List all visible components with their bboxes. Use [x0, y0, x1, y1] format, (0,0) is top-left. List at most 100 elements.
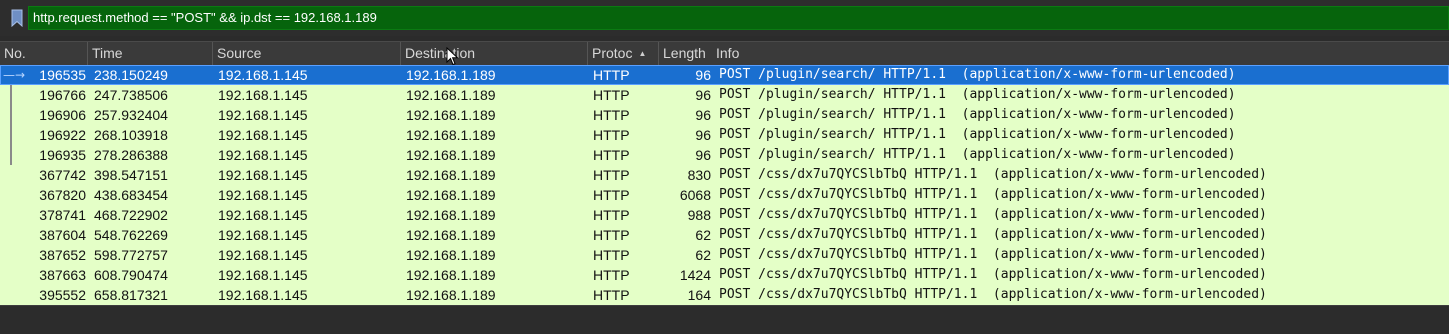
packet-source: 192.168.1.145: [218, 267, 308, 283]
packet-row[interactable]: 395552 658.817321 192.168.1.145 192.168.1.1…: [0, 285, 1449, 305]
packet-time: 468.722902: [94, 207, 168, 223]
packet-time: 238.150249: [94, 67, 168, 83]
packet-source: 192.168.1.145: [218, 207, 308, 223]
packet-length: 62: [695, 247, 711, 263]
packet-info: POST /plugin/search/ HTTP/1.1 (applicati…: [719, 147, 1236, 162]
packet-length: 164: [687, 287, 711, 303]
packet-length: 96: [695, 107, 711, 123]
packet-row[interactable]: 367742 398.547151 192.168.1.145 192.168.1.1…: [0, 165, 1449, 185]
packet-length: 96: [695, 127, 711, 143]
packet-number: 387652: [39, 247, 86, 263]
packet-time: 247.738506: [94, 87, 168, 103]
packet-number: 387604: [39, 227, 86, 243]
packet-time: 548.762269: [94, 227, 168, 243]
packet-length: 96: [695, 87, 711, 103]
packet-row[interactable]: 196922 268.103918 192.168.1.145 192.168.1.1…: [0, 125, 1449, 145]
packet-number: 196766: [39, 87, 86, 103]
display-filter-toolbar: http.request.method == "POST" && ip.dst …: [0, 0, 1449, 36]
packet-protocol: HTTP: [593, 167, 630, 183]
packet-protocol: HTTP: [593, 67, 630, 83]
packet-protocol: HTTP: [593, 267, 630, 283]
packet-row[interactable]: 378741 468.722902 192.168.1.145 192.168.1.1…: [0, 205, 1449, 225]
column-header-info[interactable]: Info: [712, 42, 1449, 65]
packet-destination: 192.168.1.189: [406, 127, 496, 143]
packet-info: POST /css/dx7u7QYCSlbTbQ HTTP/1.1 (appli…: [719, 247, 1267, 262]
column-header-no[interactable]: No.: [0, 42, 88, 65]
packet-time: 608.790474: [94, 267, 168, 283]
packet-source: 192.168.1.145: [218, 167, 308, 183]
packet-destination: 192.168.1.189: [406, 227, 496, 243]
packet-number: 367820: [39, 187, 86, 203]
packet-number: 367742: [39, 167, 86, 183]
bookmark-icon: [11, 9, 23, 27]
packet-destination: 192.168.1.189: [406, 107, 496, 123]
column-header-label: No.: [4, 45, 26, 61]
packet-source: 192.168.1.145: [218, 107, 308, 123]
column-header-label: Info: [716, 45, 740, 61]
packet-row[interactable]: 387652 598.772757 192.168.1.145 192.168.1.1…: [0, 245, 1449, 265]
column-header-time[interactable]: Time: [88, 42, 213, 65]
packet-length: 1424: [679, 267, 711, 283]
column-header-label: Length: [663, 45, 706, 61]
packet-info: POST /plugin/search/ HTTP/1.1 (applicati…: [719, 107, 1236, 122]
column-header-label: Source: [217, 45, 262, 61]
packet-number: 196535: [39, 67, 86, 83]
packet-protocol: HTTP: [593, 147, 630, 163]
packet-destination: 192.168.1.189: [406, 147, 496, 163]
packet-source: 192.168.1.145: [218, 147, 308, 163]
packet-destination: 192.168.1.189: [406, 67, 496, 83]
filter-bookmark-button[interactable]: [6, 6, 28, 30]
packet-length: 96: [695, 67, 711, 83]
packet-protocol: HTTP: [593, 127, 630, 143]
packet-source: 192.168.1.145: [218, 287, 308, 303]
packet-source: 192.168.1.145: [218, 87, 308, 103]
packet-length: 62: [695, 227, 711, 243]
packet-length: 830: [687, 167, 711, 183]
packet-row[interactable]: 196766 247.738506 192.168.1.145 192.168.1.1…: [0, 85, 1449, 105]
packet-row[interactable]: —→ 196535 238.150249 192.168.1.145 192.168.1…: [0, 65, 1449, 85]
packet-time: 398.547151: [94, 167, 168, 183]
packet-length: 96: [695, 147, 711, 163]
packet-destination: 192.168.1.189: [406, 287, 496, 303]
packet-time: 257.932404: [94, 107, 168, 123]
packet-info: POST /css/dx7u7QYCSlbTbQ HTTP/1.1 (appli…: [719, 167, 1267, 182]
packet-number: 387663: [39, 267, 86, 283]
packet-protocol: HTTP: [593, 287, 630, 303]
column-header-label: Time: [92, 45, 123, 61]
packet-destination: 192.168.1.189: [406, 187, 496, 203]
packet-number: 196906: [39, 107, 86, 123]
packet-row[interactable]: 196935 278.286388 192.168.1.145 192.168.1.1…: [0, 145, 1449, 165]
packet-number: 196935: [39, 147, 86, 163]
packet-protocol: HTTP: [593, 207, 630, 223]
packet-row[interactable]: 367820 438.683454 192.168.1.145 192.168.1.1…: [0, 185, 1449, 205]
column-header-source[interactable]: Source: [213, 42, 401, 65]
packet-length: 6068: [679, 187, 711, 203]
packet-number: 196922: [39, 127, 86, 143]
display-filter-input[interactable]: http.request.method == "POST" && ip.dst …: [28, 6, 1449, 30]
packet-info: POST /plugin/search/ HTTP/1.1 (applicati…: [719, 67, 1236, 82]
packet-time: 278.286388: [94, 147, 168, 163]
packet-length: 988: [687, 207, 711, 223]
column-header-protocol[interactable]: Protoc ▲: [588, 42, 659, 65]
packet-protocol: HTTP: [593, 87, 630, 103]
packet-info: POST /css/dx7u7QYCSlbTbQ HTTP/1.1 (appli…: [719, 187, 1267, 202]
column-header-length[interactable]: Length: [659, 42, 712, 65]
packet-row[interactable]: 387663 608.790474 192.168.1.145 192.168.1.1…: [0, 265, 1449, 285]
packet-protocol: HTTP: [593, 247, 630, 263]
packet-info: POST /css/dx7u7QYCSlbTbQ HTTP/1.1 (appli…: [719, 227, 1267, 242]
packet-destination: 192.168.1.189: [406, 247, 496, 263]
packet-source: 192.168.1.145: [218, 227, 308, 243]
packet-source: 192.168.1.145: [218, 247, 308, 263]
packet-list-empty-area: [0, 305, 1449, 334]
packet-time: 268.103918: [94, 127, 168, 143]
packet-number: 378741: [39, 207, 86, 223]
column-header-destination[interactable]: Destination: [401, 42, 588, 65]
packet-protocol: HTTP: [593, 107, 630, 123]
packet-list-header: No. Time Source Destination Protoc ▲ Leng…: [0, 41, 1449, 66]
packet-row[interactable]: 196906 257.932404 192.168.1.145 192.168.1.1…: [0, 105, 1449, 125]
packet-time: 438.683454: [94, 187, 168, 203]
sort-ascending-icon: ▲: [638, 49, 647, 58]
packet-row[interactable]: 387604 548.762269 192.168.1.145 192.168.1.1…: [0, 225, 1449, 245]
packet-source: 192.168.1.145: [218, 187, 308, 203]
column-header-label: Protoc: [592, 45, 633, 61]
